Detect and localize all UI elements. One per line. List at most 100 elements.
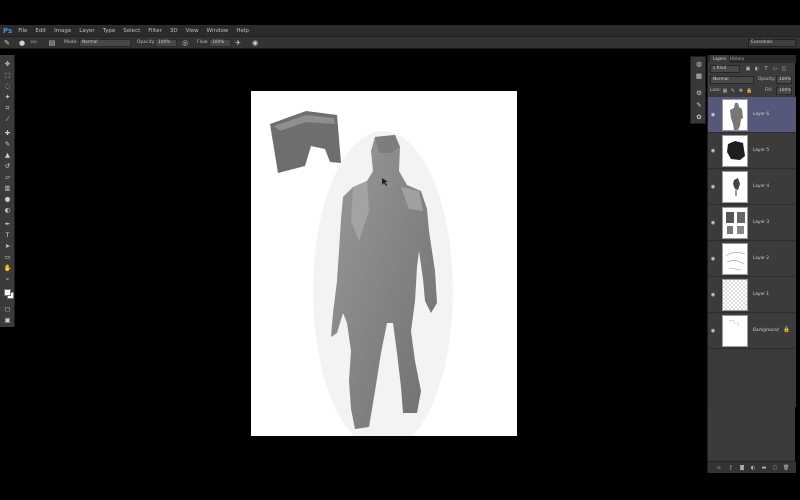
layer-thumbnail: [722, 135, 748, 167]
layer-name: Layer 4: [753, 184, 770, 189]
crop-tool-icon[interactable]: ⌗: [3, 104, 12, 113]
screen-mode-icon[interactable]: ▣: [3, 316, 12, 325]
new-group-icon[interactable]: ▬: [761, 465, 767, 471]
filter-pixel-icon[interactable]: ▣: [745, 66, 751, 72]
menu-filter[interactable]: Filter: [148, 28, 162, 34]
visibility-eye-icon[interactable]: ◉: [710, 256, 716, 262]
layer-thumbnail-figure: [730, 103, 743, 130]
menu-file[interactable]: File: [18, 28, 27, 34]
new-adjustment-icon[interactable]: ◐: [750, 465, 756, 471]
brush-size-picker-icon[interactable]: ●: [18, 39, 26, 47]
type-tool-icon[interactable]: T: [3, 231, 12, 240]
brush-panel-toggle-icon[interactable]: ▤: [48, 39, 56, 47]
layer-row[interactable]: ◉ Layer 6: [708, 97, 796, 133]
layer-thumbnail-figure: [733, 178, 740, 196]
filter-kind-select[interactable]: ⌕ Kind: [710, 65, 740, 73]
menu-3d[interactable]: 3D: [170, 28, 178, 34]
mode-select[interactable]: Normal: [79, 39, 131, 47]
visibility-eye-icon[interactable]: ◉: [710, 148, 716, 154]
filter-shape-icon[interactable]: ▭: [772, 66, 778, 72]
workspace-switcher[interactable]: Essentials: [748, 39, 796, 47]
visibility-eye-icon[interactable]: ◉: [710, 184, 716, 190]
filter-adjustment-icon[interactable]: ◐: [754, 66, 760, 72]
link-layers-icon[interactable]: ∞: [716, 465, 722, 471]
lock-all-icon[interactable]: 🔒: [746, 88, 752, 94]
visibility-eye-icon[interactable]: ◉: [710, 328, 716, 334]
eyedropper-tool-icon[interactable]: ⁄: [3, 115, 12, 124]
opacity-label: Opacity:: [137, 40, 156, 45]
layer-opacity-field[interactable]: 100%: [776, 76, 792, 84]
painting-artwork: [270, 111, 453, 436]
menu-edit[interactable]: Edit: [35, 28, 46, 34]
styles-panel-icon[interactable]: ✎: [695, 101, 703, 109]
lock-image-icon[interactable]: ✎: [730, 88, 736, 94]
move-tool-icon[interactable]: ✥: [3, 60, 12, 69]
layer-row[interactable]: ◉ Layer 1: [708, 277, 796, 313]
add-mask-icon[interactable]: ◙: [739, 465, 745, 471]
swatches-panel-icon[interactable]: ▦: [695, 72, 703, 80]
airbrush-icon[interactable]: ✈: [234, 39, 242, 47]
lock-label: Lock:: [710, 88, 722, 93]
lasso-tool-icon[interactable]: ◌: [3, 82, 12, 91]
filter-type-icon[interactable]: T: [763, 66, 769, 72]
hand-tool-icon[interactable]: ✋: [3, 264, 12, 273]
menu-type[interactable]: Type: [103, 28, 116, 34]
filter-smart-object-icon[interactable]: ◫: [781, 66, 787, 72]
menu-view[interactable]: View: [186, 28, 199, 34]
blur-tool-icon[interactable]: ●: [3, 195, 12, 204]
layer-thumbnail: [722, 279, 748, 311]
layers-panel: Layers History ⌕ Kind ▣ ◐ T ▭ ◫ Normal O…: [707, 55, 796, 473]
healing-tool-icon[interactable]: ✚: [3, 129, 12, 138]
menu-select[interactable]: Select: [123, 28, 140, 34]
opacity-field[interactable]: 100%: [155, 39, 177, 47]
zoom-tool-icon[interactable]: ⌕: [3, 275, 12, 284]
lock-position-icon[interactable]: ✥: [738, 88, 744, 94]
layer-thumbnail-figure: [726, 212, 745, 234]
dodge-tool-icon[interactable]: ◐: [3, 206, 12, 215]
quick-select-tool-icon[interactable]: ✦: [3, 93, 12, 102]
layer-name: Layer 5: [753, 148, 770, 153]
shape-tool-icon[interactable]: ▭: [3, 253, 12, 262]
marquee-tool-icon[interactable]: ⬚: [3, 71, 12, 80]
lock-transparent-icon[interactable]: ▦: [722, 88, 728, 94]
layer-style-icon[interactable]: ƒ: [728, 465, 734, 471]
visibility-eye-icon[interactable]: ◉: [710, 112, 716, 118]
fill-field[interactable]: 100%: [776, 87, 792, 95]
adjustments-panel-icon[interactable]: ⚙: [695, 89, 703, 97]
menu-help[interactable]: Help: [236, 28, 249, 34]
visibility-eye-icon[interactable]: ◉: [710, 292, 716, 298]
layer-row[interactable]: ◉ Layer 4: [708, 169, 796, 205]
stamp-tool-icon[interactable]: ▲: [3, 151, 12, 160]
layer-row[interactable]: ◉ Layer 3: [708, 205, 796, 241]
layers-panel-footer: ∞ ƒ ◙ ◐ ▬ ▢ 🗑: [708, 461, 796, 473]
pen-tool-icon[interactable]: ✒: [3, 220, 12, 229]
document-canvas[interactable]: [251, 91, 517, 436]
pressure-size-icon[interactable]: ◉: [251, 39, 259, 47]
path-select-tool-icon[interactable]: ➤: [3, 242, 12, 251]
layer-row[interactable]: ◉ Layer 2: [708, 241, 796, 277]
blend-mode-select[interactable]: Normal: [710, 76, 754, 84]
quick-mask-icon[interactable]: ◻: [3, 305, 12, 314]
brush-presets-icon[interactable]: ✿: [695, 113, 703, 121]
delete-layer-icon[interactable]: 🗑: [783, 465, 789, 471]
layer-name: Layer 1: [753, 292, 770, 297]
filter-kind-value: Kind: [716, 66, 727, 71]
tab-history[interactable]: History: [727, 55, 747, 63]
menu-window[interactable]: Window: [207, 28, 229, 34]
menu-image[interactable]: Image: [54, 28, 71, 34]
gradient-tool-icon[interactable]: ▥: [3, 184, 12, 193]
brush-tool-icon[interactable]: ✎: [3, 140, 12, 149]
history-brush-tool-icon[interactable]: ↺: [3, 162, 12, 171]
eraser-tool-icon[interactable]: ▱: [3, 173, 12, 182]
layer-thumbnail: [722, 207, 748, 239]
pressure-opacity-icon[interactable]: ◎: [181, 39, 189, 47]
color-panel-icon[interactable]: ◍: [695, 60, 703, 68]
layer-row[interactable]: ◉ Background 🔒: [708, 313, 796, 349]
brush-preset-icon[interactable]: ✎: [3, 39, 11, 47]
foreground-color-swatch[interactable]: [4, 289, 11, 296]
visibility-eye-icon[interactable]: ◉: [710, 220, 716, 226]
layer-row[interactable]: ◉ Layer 5: [708, 133, 796, 169]
new-layer-icon[interactable]: ▢: [772, 465, 778, 471]
flow-field[interactable]: 100%: [209, 39, 231, 47]
menu-layer[interactable]: Layer: [79, 28, 94, 34]
